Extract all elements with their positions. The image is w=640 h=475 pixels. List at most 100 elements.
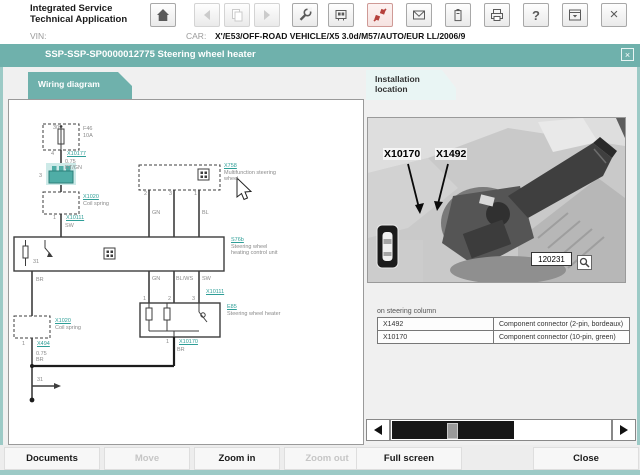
connector-link[interactable]: X1020 xyxy=(55,318,71,324)
wire-label: RT/GN xyxy=(65,165,83,171)
document-close-button[interactable]: × xyxy=(621,48,634,61)
wire-label: BR xyxy=(36,357,44,363)
selected-connector[interactable] xyxy=(48,170,74,184)
documents-icon xyxy=(232,9,243,22)
diagram-pin: 1 xyxy=(53,215,57,221)
vin-label: VIN: xyxy=(30,31,47,41)
home-button[interactable] xyxy=(150,3,176,27)
minimize-window-button[interactable] xyxy=(562,3,588,27)
connector-link[interactable]: X758 xyxy=(224,163,237,169)
connector-link[interactable]: S76b xyxy=(231,237,244,243)
battery-status-button[interactable] xyxy=(445,3,471,27)
diagram-pin: 1 xyxy=(194,191,198,197)
control-unit-button[interactable] xyxy=(328,3,354,27)
photo-reference-number: 120231 xyxy=(531,252,572,266)
app-title-line2: Technical Application xyxy=(30,14,128,25)
diagram-label: 10A xyxy=(83,133,93,139)
diagram-pin: 3 xyxy=(192,296,196,302)
connector-red-icon xyxy=(373,8,387,22)
scrollbar-thumb[interactable] xyxy=(447,423,458,439)
documents-history-button xyxy=(224,3,250,27)
connector-desc: Component connector (10-pin, green) xyxy=(493,330,630,344)
connector-link[interactable]: X10111 xyxy=(206,289,224,295)
car-value: X'/E53/OFF-ROAD VEHICLE/X5 3.0d/M57/AUTO… xyxy=(215,31,466,41)
help-button[interactable]: ? xyxy=(523,3,549,27)
connector-code: X1492 xyxy=(377,317,494,331)
module-icon xyxy=(197,168,210,181)
ground-arrow xyxy=(54,383,61,389)
wrench-icon xyxy=(299,7,312,21)
wire-label: SW xyxy=(202,276,211,282)
connector-link[interactable]: X1020 xyxy=(83,194,99,200)
close-app-button[interactable]: × xyxy=(601,3,627,27)
wire-label: GN xyxy=(152,276,161,282)
documents-button[interactable]: Documents xyxy=(4,447,100,470)
messages-button[interactable] xyxy=(406,3,432,27)
wire-label: GN xyxy=(152,210,161,216)
workshop-tools-button[interactable] xyxy=(292,3,318,27)
control-unit-icon xyxy=(335,10,347,21)
diagram-label: 31 xyxy=(33,259,40,265)
diagram-pin: 1 xyxy=(22,341,26,347)
connector-link[interactable]: X10170 xyxy=(179,339,198,345)
installation-location-line2: location xyxy=(375,84,408,94)
back-icon xyxy=(204,10,210,20)
connector-link[interactable]: X10177 xyxy=(67,151,86,157)
tab-wiring-diagram[interactable]: Wiring diagram xyxy=(28,72,132,100)
table-row[interactable]: X1492 Component connector (2-pin, bordea… xyxy=(377,317,630,331)
window-minimize-icon xyxy=(569,9,581,21)
diagram-label: Coil spring xyxy=(83,201,109,207)
battery-icon xyxy=(454,9,462,22)
scrollbar-track[interactable] xyxy=(390,419,612,441)
diagram-pin: 30 xyxy=(53,125,60,131)
window-left-border xyxy=(0,67,3,470)
diagram-label: Steering wheel heater xyxy=(227,311,281,317)
diagram-label: 31 xyxy=(37,377,44,383)
installation-location-line1: Installation xyxy=(375,74,420,84)
printer-icon xyxy=(491,9,503,21)
connector-code: X10170 xyxy=(377,330,494,344)
forward-button xyxy=(254,3,280,27)
diagram-label: wheel xyxy=(224,176,239,182)
diagram-pin: 4 xyxy=(51,151,55,157)
wiring-diagram-schematic xyxy=(13,123,253,403)
mouse-cursor xyxy=(236,176,253,201)
connection-button[interactable] xyxy=(367,3,393,27)
table-caption: on steering column xyxy=(377,308,437,315)
connector-link[interactable]: E85 xyxy=(227,304,237,310)
coil-spring-box-1 xyxy=(42,191,80,215)
close-icon: × xyxy=(609,6,619,23)
wire-label: BL/WS xyxy=(176,276,194,282)
close-button[interactable]: Close xyxy=(533,447,639,470)
arrow-left-icon xyxy=(374,425,382,435)
diagram-label: heating control unit xyxy=(231,250,278,256)
print-button[interactable] xyxy=(484,3,510,27)
photo-label-x10170: X10170 xyxy=(383,148,422,160)
installation-location-header[interactable]: Installation location xyxy=(366,70,456,100)
photo-label-x1492: X1492 xyxy=(435,148,468,160)
connector-link[interactable]: X10111 xyxy=(66,215,84,221)
magnifier-icon xyxy=(579,257,590,268)
photo-zoom-button[interactable] xyxy=(577,255,592,270)
forward-icon xyxy=(264,10,270,20)
home-icon xyxy=(157,9,169,21)
wiring-diagram-panel[interactable]: 30 F46 10A 4 X10177 0.75 RT/GN 3 X1020 C… xyxy=(8,99,364,445)
car-position-icon xyxy=(376,224,399,269)
table-row[interactable]: X10170 Component connector (10-pin, gree… xyxy=(377,330,630,344)
wire-label: BR xyxy=(177,347,185,353)
scroll-left-button[interactable] xyxy=(366,419,390,441)
diagram-pin: 3 xyxy=(39,173,43,179)
document-title: SSP-SSP-SP0000012775 Steering wheel heat… xyxy=(45,49,256,60)
full-screen-button[interactable]: Full screen xyxy=(356,447,462,470)
module-icon xyxy=(103,247,116,260)
scroll-right-button[interactable] xyxy=(612,419,636,441)
diagram-pin: 1 xyxy=(143,296,147,302)
app-title: Integrated Service Technical Application xyxy=(30,3,127,25)
diagram-pin: 1 xyxy=(166,339,170,345)
diagram-label: F46 xyxy=(83,126,93,132)
zoom-in-button[interactable]: Zoom in xyxy=(194,447,280,470)
ista-application-window: { "header": { "app_title_line1": "Integr… xyxy=(0,0,640,475)
connector-link[interactable]: X494 xyxy=(37,341,50,347)
diagram-pin: 3 xyxy=(169,191,173,197)
move-button: Move xyxy=(104,447,190,470)
